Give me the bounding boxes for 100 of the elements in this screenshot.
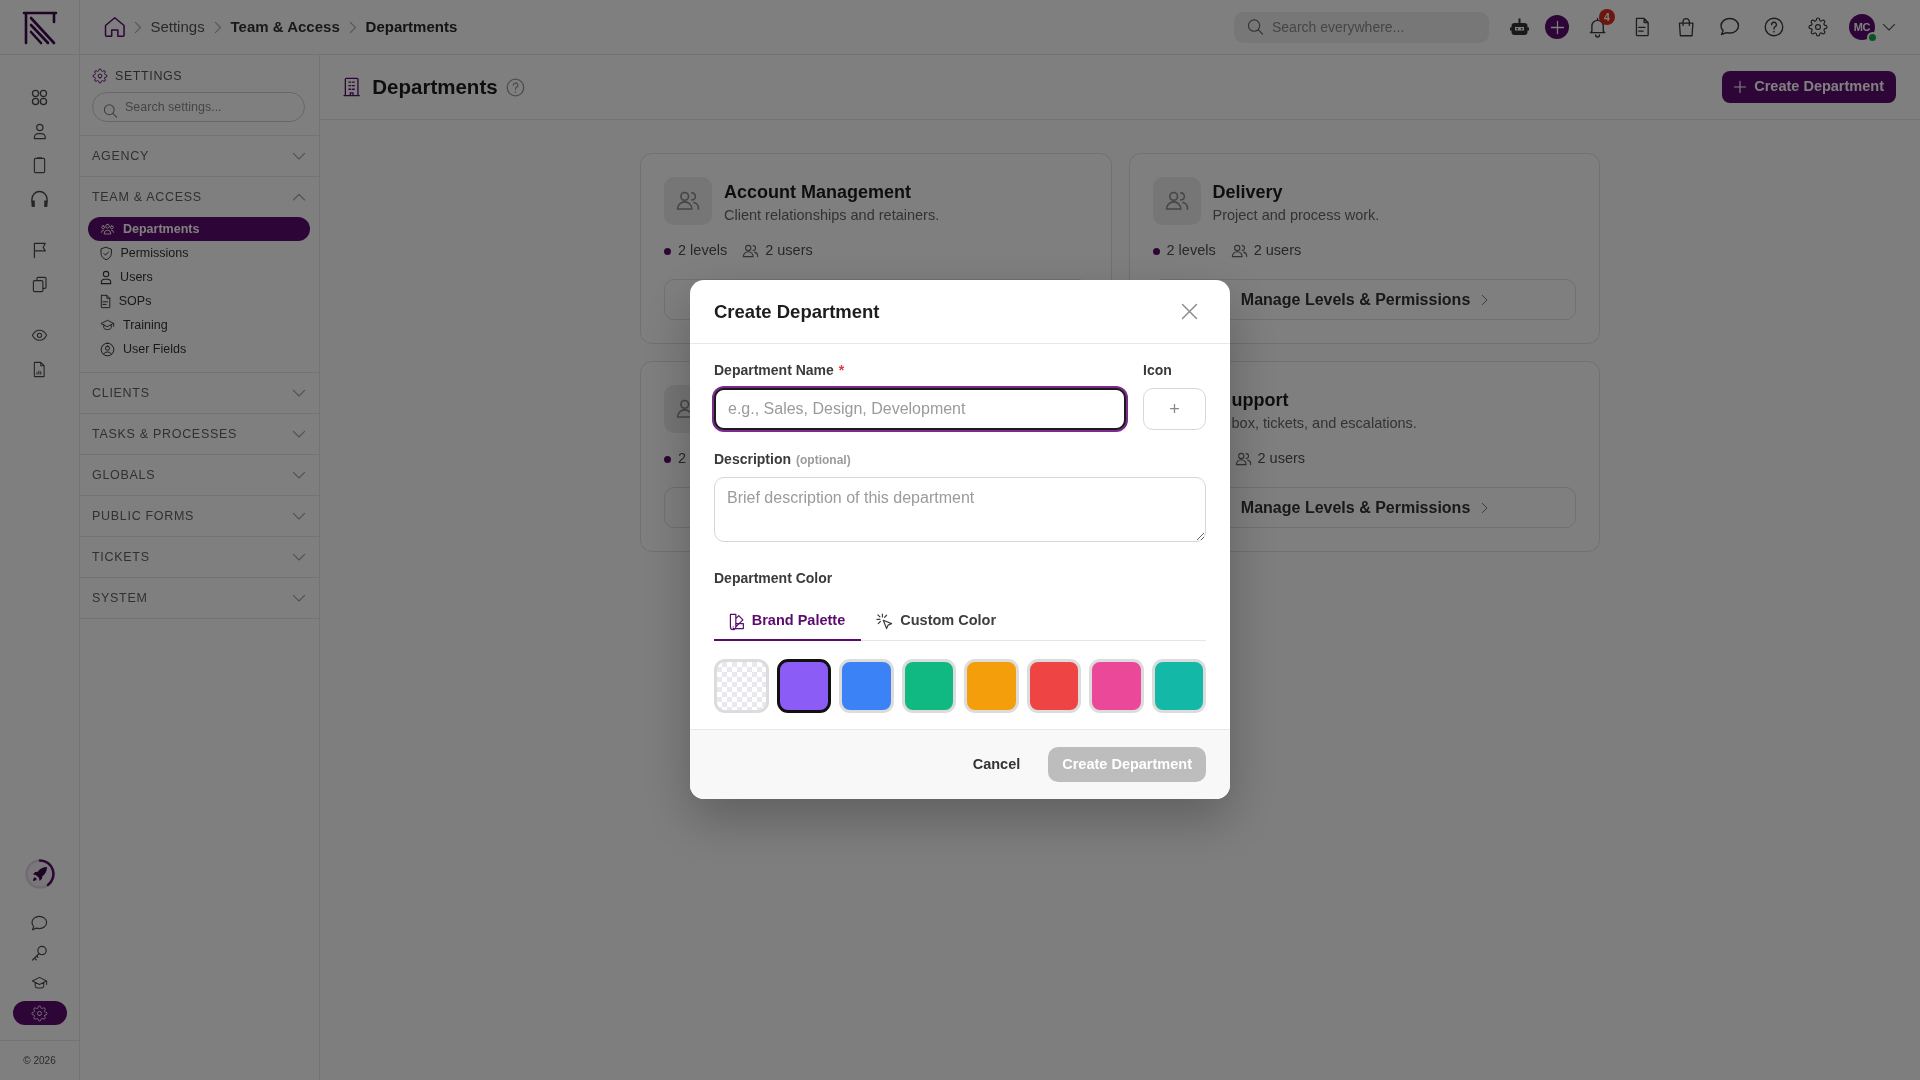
- card-title: Delivery: [1212, 181, 1284, 203]
- card-title: Account Management: [724, 181, 913, 203]
- chat-bubble-icon: [32, 915, 47, 931]
- icon-picker-button[interactable]: +: [1143, 388, 1206, 430]
- chevron-down-icon: [293, 152, 305, 160]
- help-icon: [1765, 18, 1783, 36]
- add-button[interactable]: [1545, 15, 1569, 39]
- dot-icon: [1152, 247, 1160, 255]
- optional-hint: (optional): [796, 452, 851, 469]
- card-title: upport: [1231, 389, 1290, 411]
- eye-icon: [32, 329, 47, 341]
- field-label: Description: [714, 450, 791, 469]
- color-tab[interactable]: Brand Palette: [714, 603, 862, 641]
- flag-icon: [33, 242, 46, 258]
- users-count: 2 users: [1253, 241, 1302, 261]
- dot-icon: [664, 247, 671, 255]
- plus-icon: [1550, 20, 1564, 34]
- settings-nav-item[interactable]: Permissions: [88, 241, 310, 265]
- chat-bubble-icon: [1721, 18, 1739, 36]
- section-header[interactable]: TICKETS: [80, 537, 319, 577]
- clipboard-icon: [33, 157, 45, 173]
- document-icon: [101, 294, 110, 308]
- dot-icon: [664, 455, 671, 463]
- section-header[interactable]: TEAM & ACCESS: [80, 177, 319, 217]
- settings-nav-item[interactable]: SOPs: [88, 289, 310, 313]
- section-header[interactable]: SYSTEM: [80, 578, 319, 618]
- section-label: Department Color: [714, 568, 834, 588]
- people-icon: [1235, 453, 1251, 465]
- section-header[interactable]: PUBLIC FORMS: [80, 496, 319, 536]
- settings-button[interactable]: [12, 1001, 67, 1025]
- grid-icon: [32, 89, 47, 105]
- chevron-down-icon: [293, 389, 305, 397]
- logo-icon: [22, 10, 57, 44]
- chevron-down-icon: [293, 512, 305, 520]
- required-mark: *: [838, 361, 845, 380]
- graduation-cap-icon: [101, 320, 114, 330]
- card-description: Client relationships and retainers.: [724, 206, 940, 225]
- shield-check-icon: [101, 246, 112, 260]
- search-field[interactable]: Search settings...: [92, 92, 305, 122]
- users-count: 2 users: [765, 241, 813, 261]
- section-header[interactable]: GLOBALS: [80, 455, 319, 495]
- section-header[interactable]: TASKS & PROCESSES: [80, 414, 319, 454]
- notification-count: 4: [1599, 9, 1615, 25]
- chevron-down-icon: [293, 594, 305, 602]
- settings-icon: [32, 1005, 47, 1021]
- close-icon: [1181, 304, 1197, 319]
- settings-icon: [1809, 18, 1827, 36]
- create-department-button[interactable]: Create Department: [1722, 71, 1896, 103]
- bell-button[interactable]: 4: [1578, 10, 1618, 44]
- description-field[interactable]: Brief description of this department: [714, 477, 1206, 542]
- rocket-ring-icon[interactable]: [24, 859, 55, 889]
- page-title: Departments: [372, 74, 498, 100]
- chevron-right-icon: [214, 21, 221, 33]
- chevron-down-icon: [293, 471, 305, 479]
- chevron-down-icon[interactable]: [1883, 23, 1895, 31]
- people-icon: [743, 245, 759, 257]
- people-icon: [1152, 177, 1201, 225]
- breadcrumb-link[interactable]: Settings: [150, 15, 205, 39]
- people-icon: [101, 224, 114, 234]
- settings-nav-item[interactable]: Users: [88, 265, 310, 289]
- dialog-title: Create Department: [714, 299, 880, 324]
- home-button[interactable]: [105, 17, 125, 37]
- settings-nav-item[interactable]: User Fields: [88, 337, 310, 361]
- chevron-up-icon: [293, 193, 305, 201]
- copy-icon: [32, 276, 47, 292]
- bag-icon: [1678, 18, 1694, 36]
- chevron-down-icon: [293, 553, 305, 561]
- chevron-right-icon: [134, 21, 141, 33]
- color-tab[interactable]: Custom Color: [861, 603, 1013, 641]
- bell-icon: [1590, 18, 1606, 36]
- breadcrumb-current: Departments: [365, 16, 458, 37]
- no-color-swatch[interactable]: [714, 659, 769, 713]
- color-swatch[interactable]: [776, 659, 831, 713]
- sidebar-title: SETTINGS: [115, 67, 183, 85]
- graduation-cap-icon: [32, 977, 47, 989]
- avatar[interactable]: MC: [1849, 14, 1875, 40]
- person-icon: [101, 270, 112, 284]
- card-description: box, tickets, and escalations.: [1231, 414, 1417, 433]
- cursor-sparkle-icon: [877, 613, 893, 629]
- card-description: Project and process work.: [1212, 206, 1380, 225]
- people-icon: [1231, 245, 1247, 257]
- settings-nav-item[interactable]: Training: [88, 313, 310, 337]
- search-icon: [104, 104, 117, 118]
- robot-icon: [1509, 18, 1529, 36]
- help-icon: [506, 78, 524, 96]
- section-header[interactable]: AGENCY: [80, 136, 319, 176]
- department-name-field[interactable]: e.g., Sales, Design, Development: [714, 388, 1126, 430]
- section-header[interactable]: CLIENTS: [80, 373, 319, 413]
- settings-nav-item[interactable]: Departments: [88, 217, 310, 241]
- chevron-right-icon: [1482, 294, 1488, 305]
- levels-count: 2: [678, 449, 687, 469]
- settings-icon: [93, 69, 107, 83]
- search-icon: [1248, 19, 1263, 35]
- cancel-button[interactable]: Cancel: [966, 747, 1027, 782]
- chart-document-icon: [34, 361, 45, 377]
- field-label: Department Name: [714, 361, 834, 380]
- document-icon: [1635, 18, 1649, 36]
- field-label: Icon: [1143, 361, 1172, 380]
- levels-count: 2 levels: [1166, 241, 1216, 261]
- breadcrumb-link[interactable]: Team & Access: [230, 15, 340, 39]
